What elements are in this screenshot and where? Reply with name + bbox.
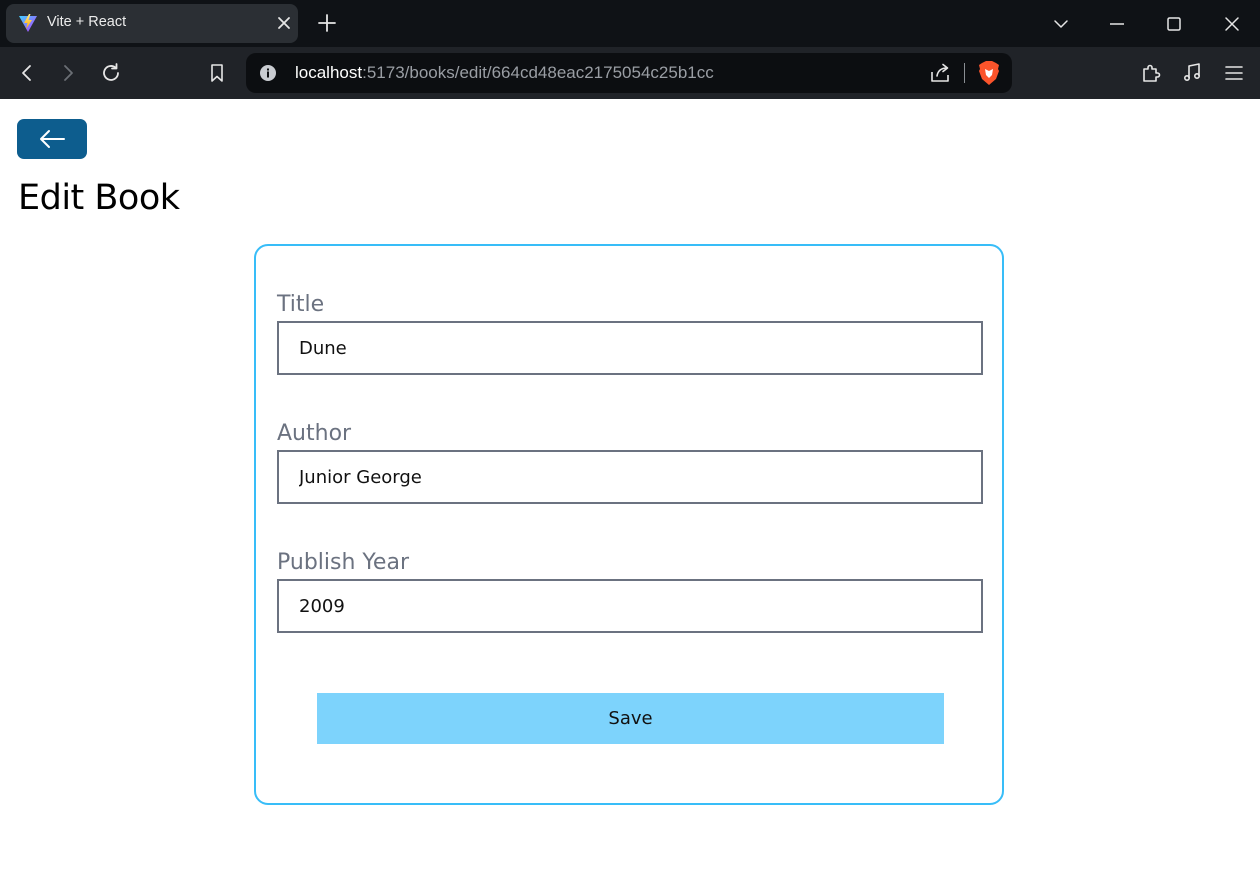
edit-book-form: Title Author Publish Year Save [254, 244, 1004, 805]
reload-icon[interactable] [99, 61, 123, 85]
save-button[interactable]: Save [317, 693, 944, 744]
arrow-left-icon [40, 130, 65, 148]
author-input[interactable] [277, 450, 983, 504]
vite-icon [19, 14, 37, 32]
arrow-right-icon[interactable] [56, 61, 80, 85]
title-label: Title [277, 292, 325, 317]
music-note-icon[interactable] [1180, 61, 1204, 85]
close-icon[interactable] [274, 13, 294, 33]
puzzle-icon[interactable] [1139, 61, 1163, 85]
page-title: Edit Book [18, 178, 180, 218]
maximize-icon[interactable] [1162, 12, 1186, 36]
new-tab-plus-icon[interactable] [314, 10, 340, 36]
title-input[interactable] [277, 321, 983, 375]
back-button[interactable] [17, 119, 87, 159]
tab-title: Vite + React [47, 14, 127, 30]
browser-tab-bar: Vite + React [0, 0, 1260, 47]
address-bar-divider [964, 63, 965, 83]
info-icon[interactable] [259, 64, 277, 82]
url-path: :5173/books/edit/664cd48eac2175054c25b1c… [362, 63, 714, 82]
arrow-left-icon[interactable] [15, 61, 39, 85]
author-label: Author [277, 421, 352, 446]
browser-tab[interactable]: Vite + React [6, 4, 298, 43]
browser-toolbar: localhost:5173/books/edit/664cd48eac2175… [0, 47, 1260, 99]
url-host: localhost [295, 63, 363, 82]
window-close-icon[interactable] [1220, 12, 1244, 36]
publish-year-label: Publish Year [277, 550, 409, 575]
brave-shield-icon[interactable] [978, 60, 1000, 86]
chevron-down-icon[interactable] [1049, 12, 1073, 36]
url-text[interactable]: localhost:5173/books/edit/664cd48eac2175… [295, 63, 714, 83]
share-icon[interactable] [928, 61, 952, 85]
bookmark-icon[interactable] [205, 61, 229, 85]
minimize-icon[interactable] [1105, 12, 1129, 36]
hamburger-icon[interactable] [1222, 61, 1246, 85]
publish-year-input[interactable] [277, 579, 983, 633]
address-bar[interactable]: localhost:5173/books/edit/664cd48eac2175… [246, 53, 1012, 93]
